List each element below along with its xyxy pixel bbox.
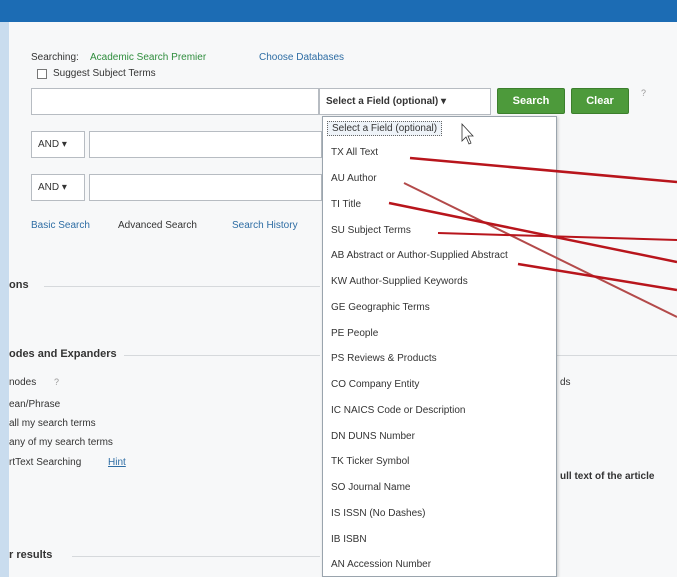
basic-search-link[interactable]: Basic Search bbox=[31, 220, 90, 231]
hint-link[interactable]: Hint bbox=[108, 457, 126, 468]
field-option-ab[interactable]: AB Abstract or Author-Supplied Abstract bbox=[331, 250, 508, 261]
field-option-is[interactable]: IS ISSN (No Dashes) bbox=[331, 508, 425, 519]
options-heading: ons bbox=[9, 279, 29, 291]
mode-item-3[interactable]: any of my search terms bbox=[9, 437, 113, 448]
boolean-operator-select-2[interactable]: AND ▾ bbox=[31, 174, 85, 201]
field-option-ib[interactable]: IB ISBN bbox=[331, 534, 367, 545]
field-option-ti[interactable]: TI Title bbox=[331, 199, 361, 210]
left-edge-strip bbox=[0, 22, 9, 577]
field-option-an[interactable]: AN Accession Number bbox=[331, 559, 431, 570]
suggest-subject-terms-label: Suggest Subject Terms bbox=[53, 68, 156, 79]
field-option-su[interactable]: SU Subject Terms bbox=[331, 225, 411, 236]
field-option-au[interactable]: AU Author bbox=[331, 173, 377, 184]
mode-item-1[interactable]: ean/Phrase bbox=[9, 399, 60, 410]
field-option-kw[interactable]: KW Author-Supplied Keywords bbox=[331, 276, 468, 287]
field-dropdown-menu[interactable]: Select a Field (optional) TX All Text AU… bbox=[322, 116, 557, 577]
database-name: Academic Search Premier bbox=[90, 52, 207, 63]
field-option-tk[interactable]: TK Ticker Symbol bbox=[331, 456, 409, 467]
suggest-subject-terms-checkbox[interactable] bbox=[37, 69, 47, 79]
modes-label: nodes bbox=[9, 377, 37, 388]
search-input-1[interactable] bbox=[31, 88, 319, 115]
field-option-select[interactable]: Select a Field (optional) bbox=[327, 121, 443, 136]
field-option-so[interactable]: SO Journal Name bbox=[331, 482, 410, 493]
field-option-tx[interactable]: TX All Text bbox=[331, 147, 378, 158]
search-input-2[interactable] bbox=[89, 131, 322, 158]
field-option-ic[interactable]: IC NAICS Code or Description bbox=[331, 405, 466, 416]
modes-divider-right bbox=[557, 355, 677, 356]
modes-expanders-heading: odes and Expanders bbox=[9, 348, 117, 360]
boolean-operator-label-2: AND ▾ bbox=[38, 182, 67, 193]
search-history-link[interactable]: Search History bbox=[232, 220, 298, 231]
results-heading: r results bbox=[9, 549, 53, 561]
clear-button[interactable]: Clear bbox=[571, 88, 629, 114]
right-option-text-2: ull text of the article bbox=[560, 471, 655, 482]
modes-help-icon[interactable]: ? bbox=[54, 377, 59, 387]
choose-databases-link[interactable]: Choose Databases bbox=[259, 52, 344, 63]
searching-label: Searching: bbox=[31, 52, 79, 63]
modes-divider bbox=[124, 355, 320, 356]
field-option-co[interactable]: CO Company Entity bbox=[331, 379, 419, 390]
field-option-ps[interactable]: PS Reviews & Products bbox=[331, 353, 437, 364]
results-divider bbox=[72, 556, 320, 557]
mode-item-2[interactable]: all my search terms bbox=[9, 418, 96, 429]
right-option-text-1: ds bbox=[560, 377, 571, 388]
search-button[interactable]: Search bbox=[497, 88, 565, 114]
top-banner bbox=[0, 0, 677, 22]
help-icon[interactable]: ? bbox=[641, 88, 646, 98]
boolean-operator-select-1[interactable]: AND ▾ bbox=[31, 131, 85, 158]
options-divider bbox=[44, 286, 320, 287]
mode-item-4[interactable]: rtText Searching bbox=[9, 457, 81, 468]
field-select-1[interactable]: Select a Field (optional) ▾ bbox=[319, 88, 491, 115]
field-option-pe[interactable]: PE People bbox=[331, 328, 378, 339]
field-select-label: Select a Field (optional) ▾ bbox=[326, 96, 447, 107]
boolean-operator-label-1: AND ▾ bbox=[38, 139, 67, 150]
field-option-dn[interactable]: DN DUNS Number bbox=[331, 431, 415, 442]
field-option-ge[interactable]: GE Geographic Terms bbox=[331, 302, 430, 313]
advanced-search-label: Advanced Search bbox=[118, 220, 197, 231]
search-input-3[interactable] bbox=[89, 174, 322, 201]
